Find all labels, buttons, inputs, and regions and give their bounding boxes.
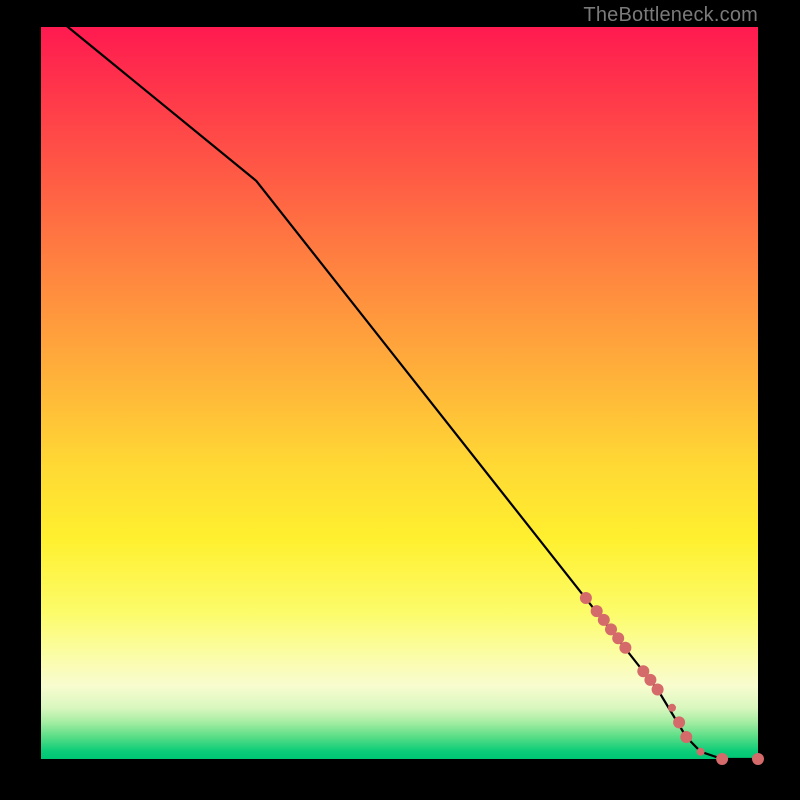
highlighted-point xyxy=(644,674,656,686)
highlighted-point xyxy=(619,642,631,654)
chart-overlay xyxy=(41,27,758,759)
plot-area xyxy=(41,27,758,759)
highlighted-point xyxy=(612,632,624,644)
highlighted-point xyxy=(598,614,610,626)
highlighted-point xyxy=(673,716,685,728)
highlighted-point xyxy=(697,748,705,756)
attribution-label: TheBottleneck.com xyxy=(583,4,758,27)
highlighted-point xyxy=(652,684,664,696)
highlighted-point xyxy=(668,704,676,712)
highlighted-point xyxy=(680,731,692,743)
highlighted-point xyxy=(752,753,764,765)
highlighted-points-group xyxy=(580,592,764,765)
bottleneck-curve-line xyxy=(41,5,758,759)
highlighted-point xyxy=(580,592,592,604)
highlighted-point xyxy=(716,753,728,765)
chart-frame: TheBottleneck.com xyxy=(0,0,800,800)
